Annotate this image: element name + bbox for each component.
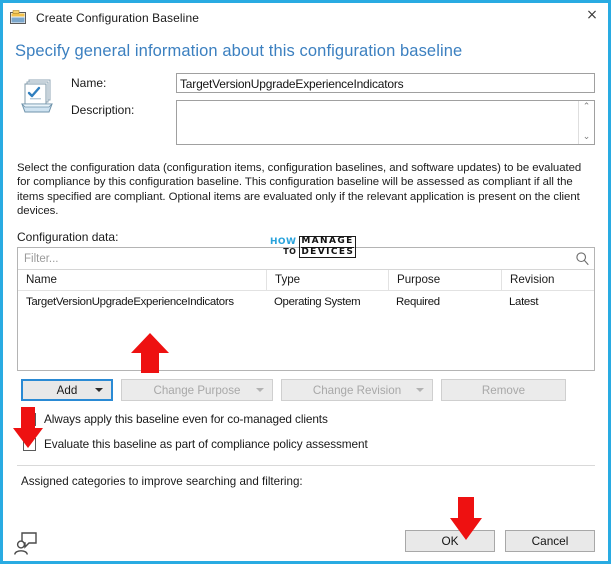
chevron-down-icon[interactable] [95,388,103,393]
evaluate-compliance-label: Evaluate this baseline as part of compli… [44,437,368,452]
change-revision-label: Change Revision [312,383,402,397]
add-button[interactable]: Add [21,379,113,402]
footer-buttons: OK Cancel [405,530,595,552]
change-purpose-label: Change Purpose [153,383,241,397]
watermark-how: HOW [270,237,297,247]
page-title: Specify general information about this c… [15,42,463,60]
description-scrollbar[interactable]: ⌃ ⌄ [578,101,594,144]
dialog-footer: OK Cancel [3,517,608,561]
cell-type: Operating System [274,296,361,309]
watermark-right: MANAGE DEVICES [299,236,357,258]
remove-label: Remove [481,383,526,397]
name-label: Name: [71,76,107,90]
table-row[interactable]: TargetVersionUpgradeExperienceIndicators… [18,291,594,313]
column-header-purpose[interactable]: Purpose [388,270,501,291]
cell-purpose: Required [396,296,440,309]
chevron-down-icon[interactable] [416,388,424,393]
search-icon[interactable] [575,251,590,266]
help-person-icon[interactable] [13,531,39,555]
always-apply-label: Always apply this baseline even for co-m… [44,412,328,427]
change-purpose-button[interactable]: Change Purpose [121,379,273,402]
column-header-name[interactable]: Name [18,270,266,290]
cancel-button[interactable]: Cancel [505,530,595,552]
description-textarea-wrapper: ⌃ ⌄ [176,100,595,145]
general-info-form: Name: TargetVersionUpgradeExperienceIndi… [3,73,608,145]
always-apply-checkbox[interactable] [23,412,36,426]
configuration-baseline-icon [19,76,59,116]
chevron-down-icon[interactable] [256,388,264,393]
scroll-down-icon[interactable]: ⌄ [583,133,591,142]
column-header-revision[interactable]: Revision [501,270,594,291]
description-input[interactable] [177,101,578,144]
watermark-manage: MANAGE [301,236,355,248]
evaluate-compliance-checkbox[interactable] [23,437,36,451]
configuration-data-actions: Add Change Purpose Change Revision Remov… [21,379,595,402]
name-field-row: Name: TargetVersionUpgradeExperienceIndi… [71,73,595,93]
scroll-up-icon[interactable]: ⌃ [583,103,591,112]
add-button-label: Add [56,383,78,397]
remove-button[interactable]: Remove [441,379,566,402]
table-header-row: Name Type Purpose Revision [18,270,594,292]
how-to-manage-devices-watermark: HOW TO MANAGE DEVICES [270,236,357,258]
watermark-devices: DEVICES [301,246,355,257]
create-configuration-baseline-dialog: Create Configuration Baseline × Specify … [3,3,608,561]
always-apply-checkbox-row[interactable]: Always apply this baseline even for co-m… [23,412,608,426]
watermark-to: TO [283,247,297,256]
window-title: Create Configuration Baseline [36,10,199,25]
divider [17,465,595,467]
configuration-data-list: Filter... Name Type Purpose Revision Tar… [17,247,595,372]
title-bar: Create Configuration Baseline × [3,3,608,32]
ok-button[interactable]: OK [405,530,495,552]
configuration-baseline-window-icon [10,9,27,26]
screenshot-root: Create Configuration Baseline × Specify … [0,0,611,564]
description-field-row: Description: ⌃ ⌄ [71,100,595,145]
description-label: Description: [71,103,135,117]
cell-name: TargetVersionUpgradeExperienceIndicators [26,296,234,309]
evaluate-compliance-checkbox-row[interactable]: Evaluate this baseline as part of compli… [23,437,608,451]
column-header-type[interactable]: Type [266,270,388,291]
change-revision-button[interactable]: Change Revision [281,379,433,402]
close-icon[interactable]: × [578,3,606,27]
name-input[interactable]: TargetVersionUpgradeExperienceIndicators [176,73,595,93]
cell-revision: Latest [509,296,539,309]
configuration-data-description: Select the configuration data (configura… [17,162,582,217]
assigned-categories-label: Assigned categories to improve searching… [21,475,303,489]
watermark-left: HOW TO [270,237,297,257]
